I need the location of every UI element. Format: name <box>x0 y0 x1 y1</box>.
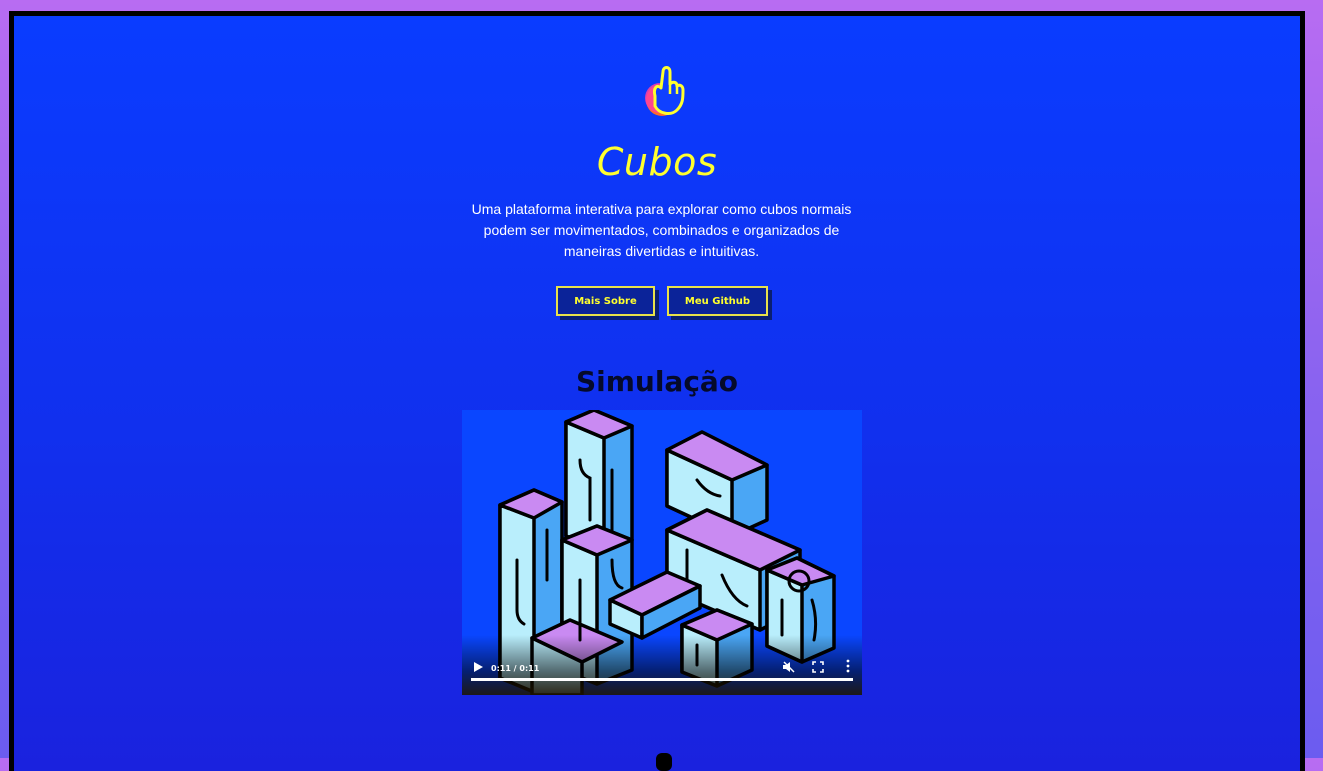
video-progress-fill <box>471 678 853 681</box>
simulation-video[interactable]: 0:11 / 0:11 <box>462 410 862 695</box>
more-icon[interactable] <box>844 659 852 673</box>
site-description: Uma plataforma interativa para explorar … <box>471 201 852 259</box>
play-icon[interactable] <box>472 661 484 673</box>
hero-buttons: Mais Sobre Meu Github <box>14 286 1300 318</box>
simulation-title: Simulação <box>575 365 739 398</box>
muted-icon[interactable] <box>782 660 796 674</box>
next-section-icon <box>656 753 672 771</box>
page-frame: Cubos Uma plataforma interativa para exp… <box>9 11 1305 771</box>
about-button[interactable]: Mais Sobre <box>556 286 655 316</box>
site-title: Cubos <box>596 140 718 184</box>
fullscreen-icon[interactable] <box>812 661 824 673</box>
video-time: 0:11 / 0:11 <box>491 664 540 673</box>
pointing-hand-icon <box>645 66 685 116</box>
github-button[interactable]: Meu Github <box>667 286 768 316</box>
video-progress-bar[interactable] <box>471 678 853 681</box>
video-controls: 0:11 / 0:11 <box>462 635 862 695</box>
